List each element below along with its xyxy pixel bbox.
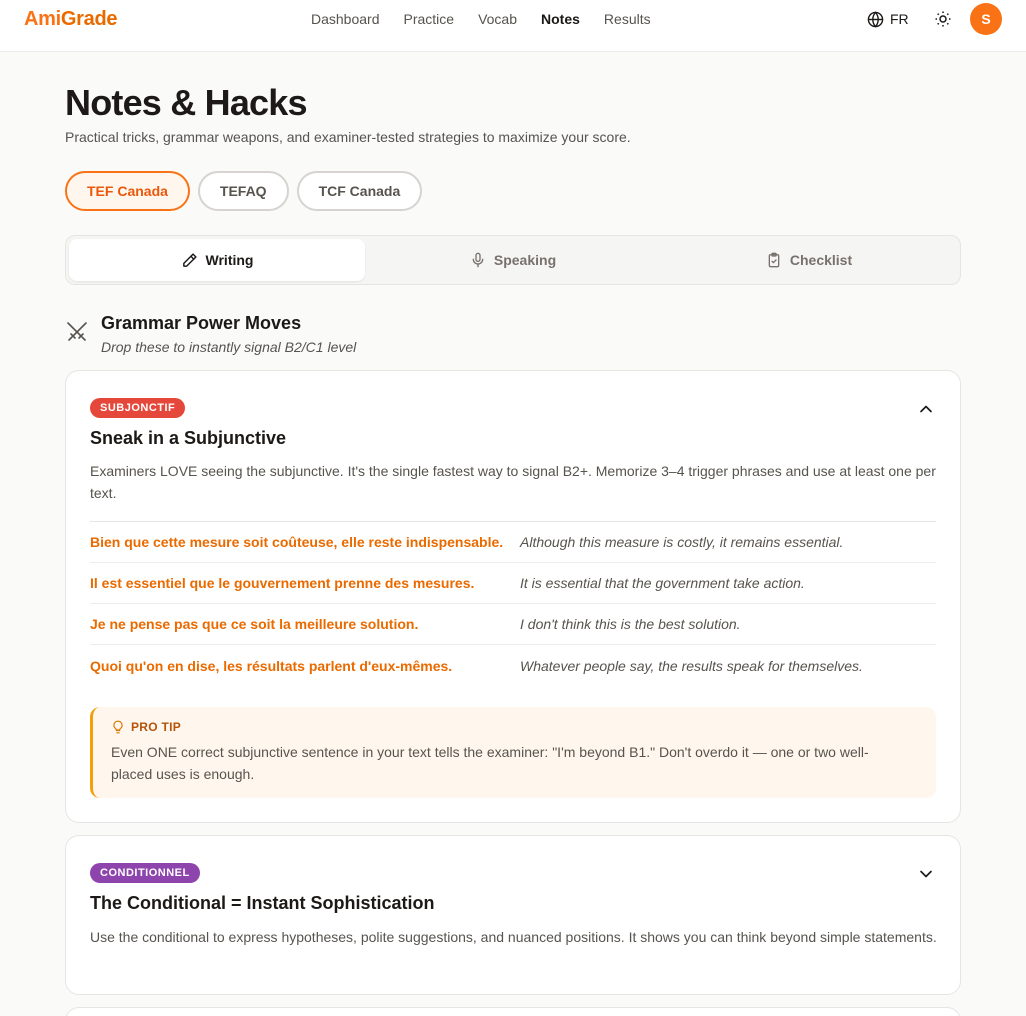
crossed-swords-icon [65,320,89,344]
card-description: Examiners LOVE seeing the subjunctive. I… [90,463,936,501]
badge-conditionnel: CONDITIONNEL [90,863,200,883]
nav-notes[interactable]: Notes [541,11,580,27]
exam-tab-tef-canada[interactable]: TEF Canada [65,171,190,211]
pro-tip-label: PRO TIP [131,720,182,734]
example-row: Bien que cette mesure soit coûteuse, ell… [90,522,936,563]
tab-checklist[interactable]: Checklist [661,239,957,281]
example-french: Quoi qu'on en dise, les résultats parlen… [90,657,453,674]
logo-part-ami: Ami [24,8,61,30]
tab-speaking-label: Speaking [493,252,557,268]
top-header: AmiGrade Dashboard Practice Vocab Notes … [0,0,1026,52]
page-subtitle: Practical tricks, grammar weapons, and e… [65,129,631,145]
chevron-down-icon [920,870,932,878]
section-title: Grammar Power Moves [101,313,302,333]
pro-tip-box: PRO TIP Even ONE correct subjunctive sen… [90,707,936,798]
pencil-icon [182,252,197,267]
section-subtitle: Drop these to instantly signal B2/C1 lev… [101,339,357,355]
section-tabs: Writing Speaking Checklist [65,235,961,285]
example-french: Je ne pense pas que ce soit la meilleure… [90,616,419,632]
globe-icon [867,10,884,28]
tab-checklist-label: Checklist [789,252,853,268]
examples-list: Bien que cette mesure soit coûteuse, ell… [90,521,936,686]
language-switcher[interactable]: FR [867,10,909,28]
example-english: Whatever people say, the results speak f… [520,657,863,674]
chevron-up-icon [920,405,932,413]
example-french: Bien que cette mesure soit coûteuse, ell… [90,534,504,550]
tab-speaking[interactable]: Speaking [365,239,661,281]
pro-tip-header: PRO TIP [111,719,918,735]
logo-part-grade: Grade [60,8,118,30]
tab-writing[interactable]: Writing [69,239,365,281]
note-card-subjunctive: SUBJONCTIF Sneak in a Subjunctive Examin… [65,370,961,823]
nav-vocab[interactable]: Vocab [478,11,517,27]
microphone-icon [472,252,484,268]
collapse-button[interactable] [916,399,936,419]
theme-toggle-button[interactable] [934,10,952,28]
page-title: Notes & Hacks [65,82,308,123]
card-title: The Conditional = Instant Sophistication [90,893,435,913]
example-row: Quoi qu'on en dise, les résultats parlen… [90,645,936,686]
example-english: I don't think this is the best solution. [520,616,741,632]
pro-tip-text: Even ONE correct subjunctive sentence in… [111,744,869,782]
badge-subjonctif: SUBJONCTIF [90,398,186,418]
expand-button[interactable] [916,864,936,884]
tab-writing-label: Writing [205,252,254,268]
exam-tab-tefaq[interactable]: TEFAQ [197,171,289,211]
app-logo[interactable]: AmiGrade [24,8,118,31]
nav-dashboard[interactable]: Dashboard [311,11,380,27]
example-row: Il est essentiel que le gouvernement pre… [90,563,936,604]
example-row: Je ne pense pas que ce soit la meilleure… [90,604,936,645]
nav-practice[interactable]: Practice [404,11,455,27]
lightbulb-icon [113,720,123,734]
clipboard-check-icon [768,252,780,268]
example-english: It is essential that the government take… [520,575,805,591]
exam-tabs: TEF Canada TEFAQ TCF Canada [65,171,423,211]
exam-tab-tcf-canada[interactable]: TCF Canada [296,171,423,211]
card-title: Sneak in a Subjunctive [90,428,287,448]
card-description: Use the conditional to express hypothese… [90,929,937,945]
example-french: Il est essentiel que le gouvernement pre… [90,575,475,591]
note-card-conditional[interactable]: CONDITIONNEL The Conditional = Instant S… [65,835,961,995]
example-english: Although this measure is costly, it rema… [520,534,844,550]
language-code: FR [890,11,909,27]
user-avatar[interactable]: S [970,3,1002,35]
sun-icon [935,11,951,27]
nav-results[interactable]: Results [604,11,651,27]
main-nav: Dashboard Practice Vocab Notes Results [311,0,651,38]
note-card-next[interactable] [65,1007,961,1016]
